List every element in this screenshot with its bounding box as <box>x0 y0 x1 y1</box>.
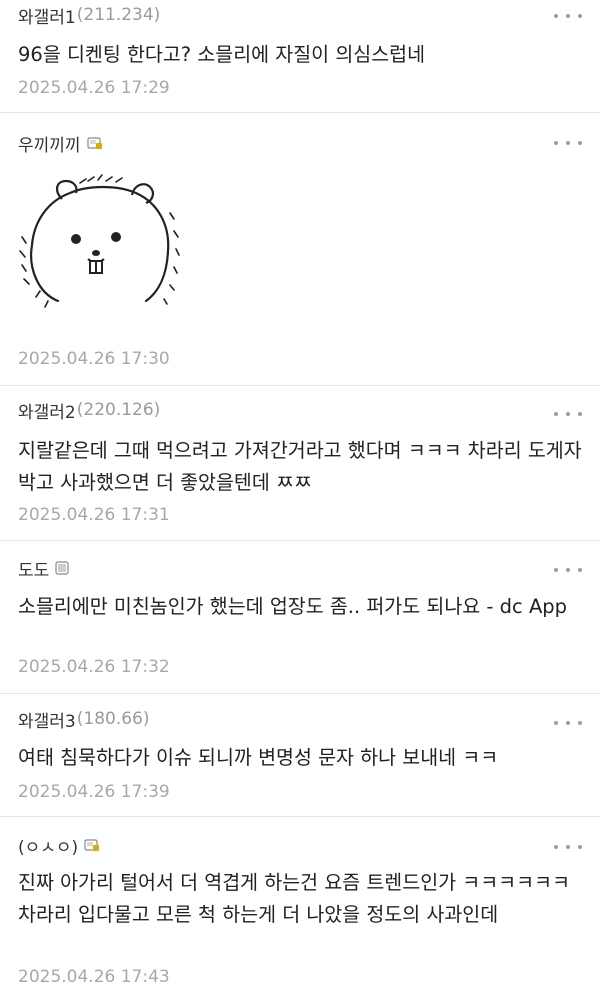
more-dots-icon[interactable] <box>554 716 582 730</box>
more-dots-icon[interactable] <box>554 407 582 421</box>
more-dots-icon[interactable] <box>554 840 582 854</box>
comment-author[interactable]: (ㅇㅅㅇ) <box>18 833 78 858</box>
comment-item: (ㅇㅅㅇ) 진짜 아가리 털어서 더 역겹게 하는건 요즘 트렌드인가 ㅋㅋㅋㅋ… <box>0 817 600 991</box>
comment-item: 우끼끼끼 2025.04.26 17:30 <box>0 113 600 386</box>
comment-author-row: 우끼끼끼 <box>18 131 102 156</box>
comment-item: 와갤러1 (211.234) 96을 디켄팅 한다고? 소믈리에 자질이 의심스… <box>0 0 600 113</box>
comment-ip: (220.126) <box>76 400 161 420</box>
fixed-nick-badge-icon <box>84 838 100 852</box>
comment-text: 소믈리에만 미친놈인가 했는데 업장도 좀.. 퍼가도 되나요 - dc App <box>18 595 568 618</box>
comment-text: 지랄같은데 그때 먹으려고 가져간거라고 했다며 ㅋㅋㅋ 차라리 도게자박고 사… <box>18 439 582 494</box>
comment-time: 2025.04.26 17:30 <box>18 349 170 369</box>
more-dots-icon[interactable] <box>554 9 582 23</box>
more-dots-icon[interactable] <box>554 136 582 150</box>
comment-author-row: 도도 <box>18 556 69 581</box>
comment-item: 와갤러3 (180.66) 여태 침묵하다가 이슈 되니까 변명성 문자 하나 … <box>0 694 600 817</box>
more-dots-icon[interactable] <box>554 563 582 577</box>
comment-text: 96을 디켄팅 한다고? 소믈리에 자질이 의심스럽네 <box>18 43 426 66</box>
comment-author-row: 와갤러3 (180.66) <box>18 707 150 732</box>
comment-time: 2025.04.26 17:31 <box>18 505 170 525</box>
comment-ip: (180.66) <box>76 709 150 729</box>
comment-author[interactable]: 도도 <box>18 556 49 581</box>
fixed-nick-badge-icon <box>86 136 102 150</box>
comment-author-row: (ㅇㅅㅇ) <box>18 833 100 858</box>
comment-author[interactable]: 와갤러1 <box>18 3 76 28</box>
comment-time: 2025.04.26 17:43 <box>18 967 170 987</box>
comment-time: 2025.04.26 17:32 <box>18 657 170 677</box>
comment-author-row: 와갤러2 (220.126) <box>18 398 161 423</box>
comment-item: 도도 소믈리에만 미친놈인가 했는데 업장도 좀.. 퍼가도 되나요 - dc … <box>0 541 600 694</box>
comment-author[interactable]: 와갤러3 <box>18 707 76 732</box>
semi-fixed-nick-badge-icon <box>55 561 69 575</box>
comment-item: 와갤러2 (220.126) 지랄같은데 그때 먹으려고 가져간거라고 했다며 … <box>0 386 600 541</box>
comment-time: 2025.04.26 17:39 <box>18 782 170 802</box>
comment-text: 여태 침묵하다가 이슈 되니까 변명성 문자 하나 보내네 ㅋㅋ <box>18 746 499 769</box>
comment-time: 2025.04.26 17:29 <box>18 78 170 98</box>
comment-text: 진짜 아가리 털어서 더 역겹게 하는건 요즘 트렌드인가 ㅋㅋㅋㅋㅋㅋ 차라리… <box>18 871 570 926</box>
hamster-sticker <box>18 173 183 313</box>
comment-author[interactable]: 우끼끼끼 <box>18 131 81 156</box>
comment-author-row: 와갤러1 (211.234) <box>18 3 161 28</box>
comment-ip: (211.234) <box>76 5 161 25</box>
comment-author[interactable]: 와갤러2 <box>18 398 76 423</box>
